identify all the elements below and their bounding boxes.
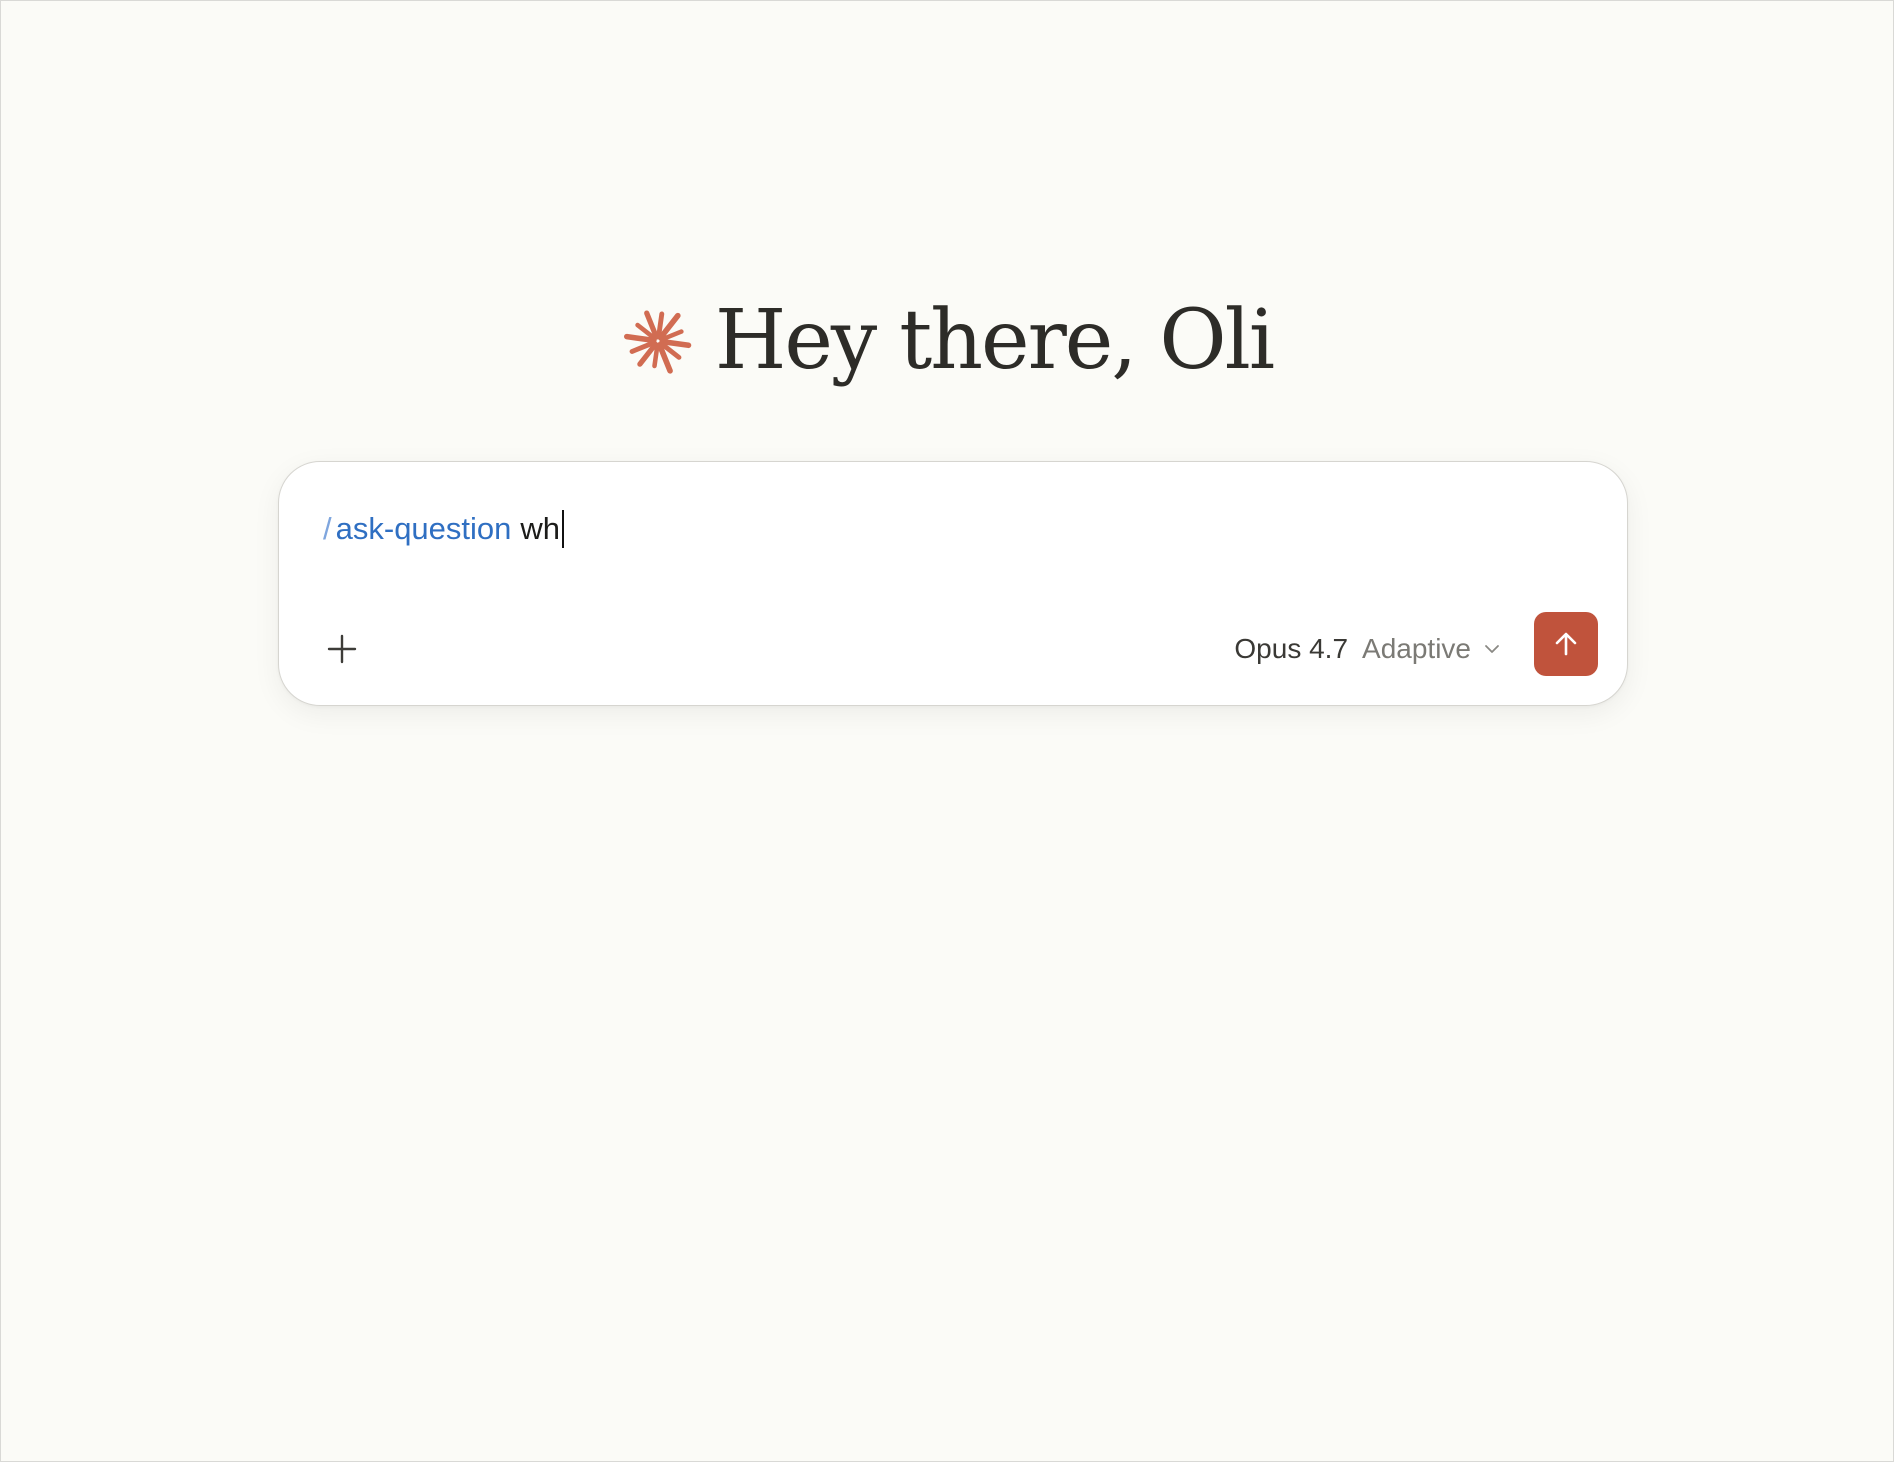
greeting-title: Hey there, Oli	[714, 293, 1275, 388]
send-button[interactable]	[1534, 612, 1598, 676]
message-composer: / ask-question wh Opus 4.7 Adaptive	[278, 461, 1628, 706]
model-mode: Adaptive	[1362, 633, 1471, 664]
asterisk-burst-icon	[623, 310, 692, 374]
typed-text: wh	[520, 511, 561, 546]
text-caret	[562, 510, 565, 548]
slash-command: ask-question	[335, 511, 512, 546]
add-attachment-button[interactable]	[317, 624, 367, 674]
model-name: Opus 4.7	[1234, 633, 1349, 664]
prompt-input[interactable]: / ask-question wh	[323, 504, 565, 554]
command-slash: /	[323, 511, 332, 546]
plus-icon	[327, 634, 357, 664]
greeting: Hey there, Oli	[1, 281, 1894, 401]
model-selector[interactable]: Opus 4.7 Adaptive	[1234, 626, 1501, 672]
arrow-up-icon	[1555, 632, 1577, 656]
chevron-down-icon	[1485, 645, 1499, 653]
